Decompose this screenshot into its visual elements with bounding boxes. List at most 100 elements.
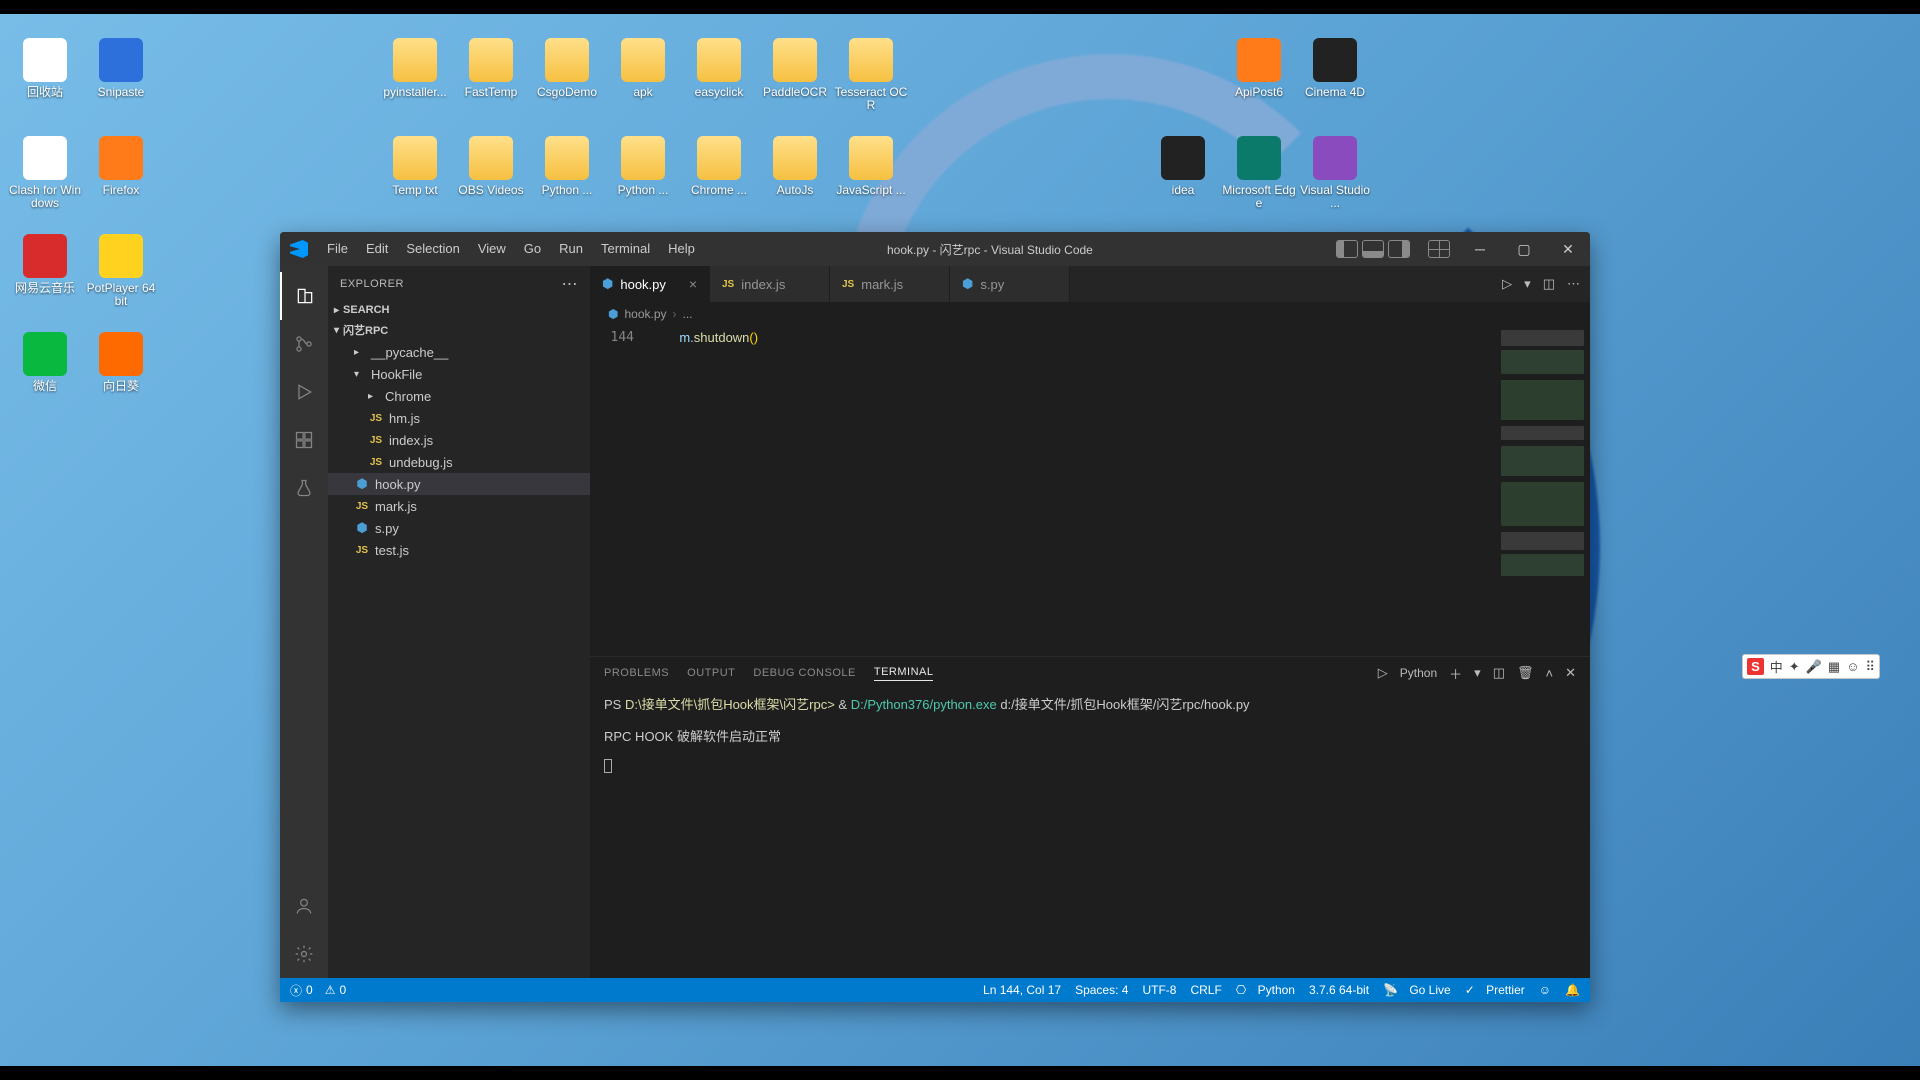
- run-file-icon[interactable]: ▷: [1502, 276, 1512, 292]
- close-panel-icon[interactable]: ✕: [1565, 665, 1576, 681]
- breadcrumb[interactable]: ⬢ hook.py › ...: [590, 302, 1590, 326]
- desktop-icon[interactable]: Cinema 4D: [1298, 38, 1372, 99]
- split-terminal-icon[interactable]: ◫: [1493, 665, 1505, 681]
- maximize-button[interactable]: ▢: [1502, 232, 1546, 266]
- tree-file[interactable]: JS index.js: [328, 429, 590, 451]
- minimize-button[interactable]: ─: [1458, 232, 1502, 266]
- explorer-more-icon[interactable]: ⋯: [562, 274, 579, 294]
- ime-item[interactable]: ⠿: [1865, 659, 1875, 675]
- desktop-folder[interactable]: Temp txt: [378, 136, 452, 197]
- desktop-icon[interactable]: ApiPost6: [1222, 38, 1296, 99]
- desktop-folder[interactable]: Python ...: [606, 136, 680, 197]
- kill-terminal-icon[interactable]: 🗑: [1517, 665, 1534, 681]
- tab-spy[interactable]: ⬢ s.py: [950, 266, 1070, 302]
- tree-folder-pycache[interactable]: ▸ __pycache__: [328, 341, 590, 363]
- search-section[interactable]: ▸ SEARCH: [328, 301, 590, 319]
- desktop-icon[interactable]: 回收站: [8, 38, 82, 99]
- close-button[interactable]: ✕: [1546, 232, 1590, 266]
- desktop-folder[interactable]: Tesseract OCR: [834, 38, 908, 112]
- desktop-folder[interactable]: FastTemp: [454, 38, 528, 99]
- tree-folder-chrome[interactable]: ▸ Chrome: [328, 385, 590, 407]
- toggle-sidebar-icon[interactable]: [1336, 240, 1358, 258]
- desktop-folder[interactable]: PaddleOCR: [758, 38, 832, 99]
- panel-tab-terminal[interactable]: TERMINAL: [874, 666, 934, 681]
- minimap[interactable]: [1494, 326, 1590, 656]
- terminal-shell-label[interactable]: Python: [1400, 666, 1437, 680]
- menu-file[interactable]: File: [318, 232, 357, 266]
- split-editor-icon[interactable]: ◫: [1543, 276, 1555, 292]
- desktop-icon[interactable]: PotPlayer 64 bit: [84, 234, 158, 308]
- tab-hookpy[interactable]: ⬢ hook.py ×: [590, 266, 710, 302]
- code-line[interactable]: m.shutdown(): [648, 326, 1494, 656]
- ime-toolbar[interactable]: S 中 ✦ 🎤 ▦ ☺ ⠿: [1742, 654, 1880, 679]
- extensions-icon[interactable]: [280, 416, 328, 464]
- desktop-icon[interactable]: Clash for Windows: [8, 136, 82, 210]
- ime-item[interactable]: 中: [1770, 657, 1783, 676]
- status-warnings[interactable]: ⚠0: [325, 983, 346, 997]
- tree-file[interactable]: ⬢ s.py: [328, 517, 590, 539]
- desktop-icon[interactable]: Firefox: [84, 136, 158, 197]
- desktop-icon[interactable]: idea: [1146, 136, 1220, 197]
- status-prettier[interactable]: ✓ Prettier: [1465, 983, 1525, 997]
- status-bell-icon[interactable]: 🔔: [1565, 983, 1580, 997]
- toggle-secondary-icon[interactable]: [1388, 240, 1410, 258]
- customize-layout-icon[interactable]: [1428, 240, 1450, 258]
- tab-indexjs[interactable]: JS index.js: [710, 266, 830, 302]
- tree-file[interactable]: JS undebug.js: [328, 451, 590, 473]
- tree-folder-hookfile[interactable]: ▾ HookFile: [328, 363, 590, 385]
- desktop-folder[interactable]: pyinstaller...: [378, 38, 452, 99]
- desktop-folder[interactable]: apk: [606, 38, 680, 99]
- status-python-version[interactable]: 3.7.6 64-bit: [1309, 983, 1369, 997]
- terminal-dropdown-icon[interactable]: ▾: [1474, 665, 1481, 681]
- desktop-icon[interactable]: 网易云音乐: [8, 234, 82, 295]
- tab-close-icon[interactable]: ×: [689, 276, 697, 292]
- status-golive[interactable]: 📡 Go Live: [1383, 983, 1451, 997]
- settings-gear-icon[interactable]: [280, 930, 328, 978]
- status-errors[interactable]: ⓧ0: [290, 982, 313, 999]
- accounts-icon[interactable]: [280, 882, 328, 930]
- tree-file-hookpy[interactable]: ⬢ hook.py: [328, 473, 590, 495]
- panel-tab-debug[interactable]: DEBUG CONSOLE: [753, 667, 855, 679]
- ime-item[interactable]: ☺: [1846, 659, 1859, 674]
- menu-help[interactable]: Help: [659, 232, 704, 266]
- desktop-folder[interactable]: JavaScript ...: [834, 136, 908, 197]
- testing-icon[interactable]: [280, 464, 328, 512]
- source-control-icon[interactable]: [280, 320, 328, 368]
- terminal[interactable]: PS D:\接单文件\抓包Hook框架\闪艺rpc> & D:/Python37…: [590, 689, 1590, 978]
- panel-tab-problems[interactable]: PROBLEMS: [604, 667, 669, 679]
- titlebar[interactable]: File Edit Selection View Go Run Terminal…: [280, 232, 1590, 266]
- desktop-folder[interactable]: AutoJs: [758, 136, 832, 197]
- ime-item[interactable]: 🎤: [1806, 659, 1822, 675]
- status-lncol[interactable]: Ln 144, Col 17: [983, 983, 1061, 997]
- desktop-folder[interactable]: Python ...: [530, 136, 604, 197]
- desktop-icon[interactable]: Microsoft Edge: [1222, 136, 1296, 210]
- desktop-icon[interactable]: Visual Studio ...: [1298, 136, 1372, 210]
- status-encoding[interactable]: UTF-8: [1142, 983, 1176, 997]
- run-debug-icon[interactable]: [280, 368, 328, 416]
- tab-markjs[interactable]: JS mark.js: [830, 266, 950, 302]
- desktop-folder[interactable]: Chrome ...: [682, 136, 756, 197]
- status-feedback-icon[interactable]: ☺: [1539, 983, 1551, 997]
- menu-go[interactable]: Go: [515, 232, 550, 266]
- desktop-icon[interactable]: 微信: [8, 332, 82, 393]
- desktop-icon[interactable]: Snipaste: [84, 38, 158, 99]
- desktop-icon[interactable]: 向日葵: [84, 332, 158, 393]
- desktop-folder[interactable]: easyclick: [682, 38, 756, 99]
- editor-more-icon[interactable]: ⋯: [1567, 276, 1580, 292]
- maximize-panel-icon[interactable]: ˄: [1546, 666, 1554, 681]
- status-spaces[interactable]: Spaces: 4: [1075, 983, 1128, 997]
- new-terminal-icon[interactable]: ＋: [1449, 664, 1462, 683]
- menu-run[interactable]: Run: [550, 232, 592, 266]
- status-language[interactable]: ⎔ Python: [1236, 983, 1295, 997]
- desktop-folder[interactable]: OBS Videos: [454, 136, 528, 197]
- desktop-folder[interactable]: CsgoDemo: [530, 38, 604, 99]
- menu-view[interactable]: View: [469, 232, 515, 266]
- menu-selection[interactable]: Selection: [397, 232, 468, 266]
- tree-file[interactable]: JS mark.js: [328, 495, 590, 517]
- menu-edit[interactable]: Edit: [357, 232, 397, 266]
- run-dropdown-icon[interactable]: ▾: [1524, 276, 1531, 292]
- toggle-panel-icon[interactable]: [1362, 240, 1384, 258]
- tree-file[interactable]: JS test.js: [328, 539, 590, 561]
- explorer-icon[interactable]: [280, 272, 328, 320]
- menu-terminal[interactable]: Terminal: [592, 232, 659, 266]
